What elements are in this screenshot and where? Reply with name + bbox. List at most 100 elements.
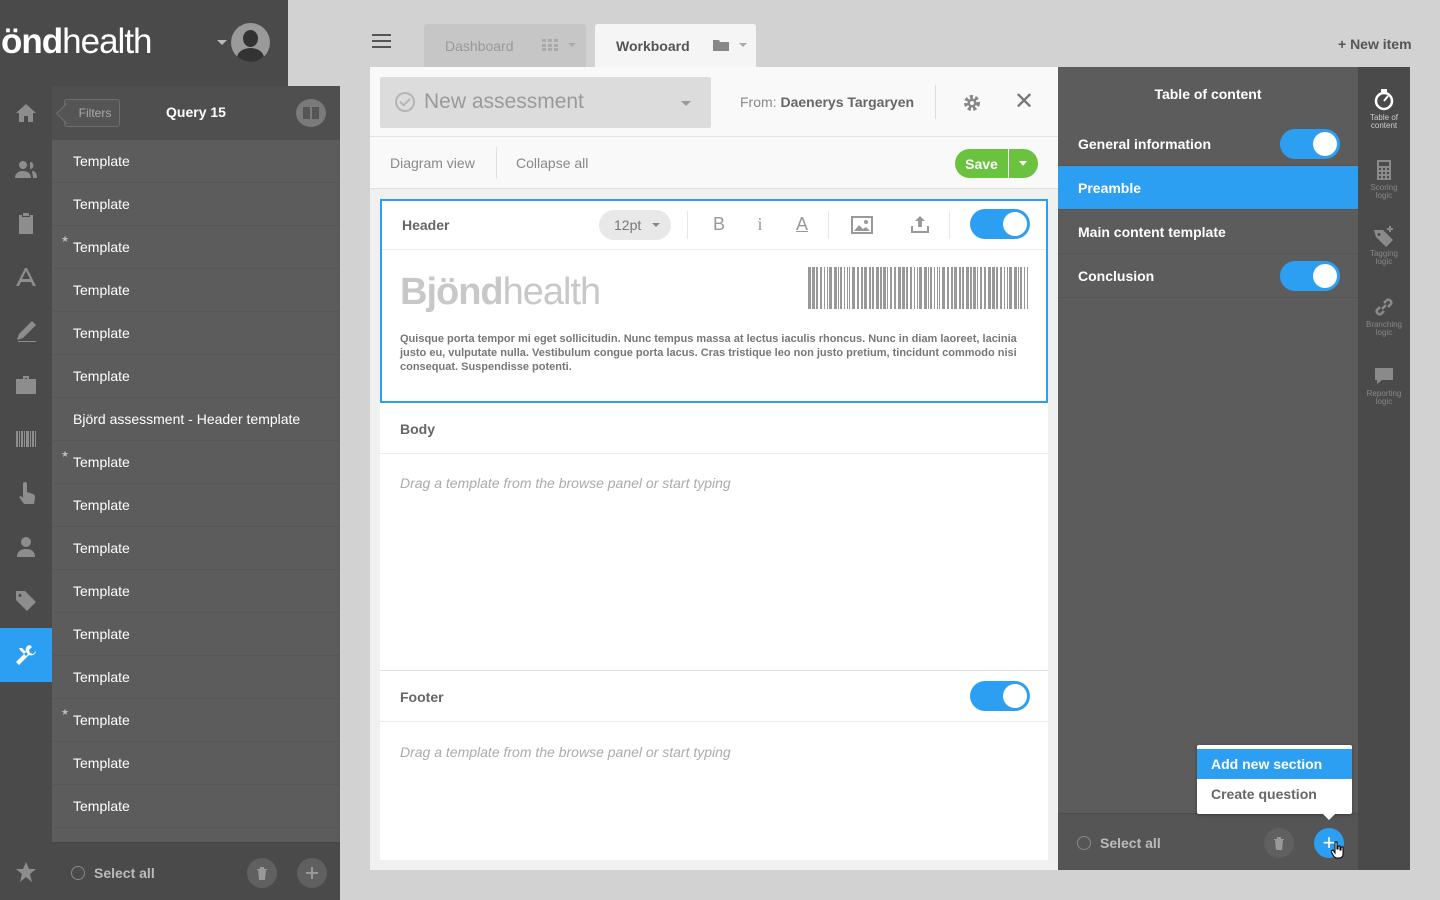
document-logo: Bjöndhealth — [400, 271, 601, 313]
user-menu-caret[interactable] — [217, 40, 227, 45]
tab-dashboard[interactable]: Dashboard — [424, 24, 586, 67]
list-item[interactable]: Björd assessment - Header template — [52, 398, 340, 441]
select-all-radio[interactable] — [71, 866, 85, 880]
rail-item-barcode[interactable] — [0, 412, 52, 466]
divider — [380, 453, 1048, 454]
toc-title: Table of content — [1154, 86, 1262, 102]
logic-rail: Table of content Scoring logic Tagging log… — [1358, 67, 1410, 870]
rail-item-tag[interactable] — [0, 574, 52, 628]
tab-workboard[interactable]: Workboard — [595, 24, 756, 67]
list-item[interactable]: Template — [52, 269, 340, 312]
list-item-label: Template — [73, 669, 130, 685]
divider — [949, 211, 950, 239]
logic-rail-item[interactable]: Scoring logic — [1358, 159, 1410, 200]
logic-rail-item[interactable]: Tagging logic — [1358, 225, 1410, 266]
bold-button[interactable]: B — [708, 214, 730, 235]
toc-item[interactable]: Main content template — [1058, 210, 1358, 254]
header-section[interactable]: Header 12pt B i A Bjöndhealth Quisque po… — [380, 199, 1048, 403]
delete-button[interactable] — [1264, 828, 1294, 858]
toc-item-toggle[interactable] — [1280, 261, 1340, 291]
rail-item-briefcase[interactable] — [0, 358, 52, 412]
list-item[interactable]: Template — [52, 570, 340, 613]
rail-item-touch[interactable] — [0, 466, 52, 520]
list-item-label: Template — [73, 540, 130, 556]
list-item[interactable]: Template — [52, 742, 340, 785]
add-new-section-item[interactable]: Add new section — [1197, 749, 1352, 779]
rail-item-home[interactable] — [0, 86, 52, 140]
section-title: Footer — [400, 689, 444, 705]
rail-item-users[interactable] — [0, 142, 52, 196]
list-item[interactable]: Template — [52, 785, 340, 828]
text-color-button[interactable]: A — [791, 214, 813, 235]
toc-footer: Select all + — [1058, 813, 1358, 870]
hamburger-menu-icon[interactable] — [372, 34, 391, 49]
toc-item-label: Preamble — [1078, 179, 1142, 196]
save-options-caret[interactable] — [1009, 149, 1038, 178]
delete-button[interactable] — [247, 858, 277, 888]
toc-item[interactable]: General information — [1058, 122, 1358, 166]
list-item[interactable]: ★ Template — [52, 441, 340, 484]
logic-rail-item[interactable]: Table of content — [1358, 89, 1410, 130]
chevron-down-icon[interactable] — [568, 43, 576, 47]
close-icon[interactable]: ✕ — [1014, 90, 1034, 114]
body-section[interactable]: Body Drag a template from the browse pan… — [380, 403, 1048, 671]
font-size-select[interactable]: 12pt — [599, 210, 671, 240]
footer-toggle[interactable] — [970, 681, 1030, 711]
collapse-all-link[interactable]: Collapse all — [516, 155, 588, 171]
rail-item-person[interactable] — [0, 520, 52, 574]
create-question-item[interactable]: Create question — [1197, 779, 1352, 809]
book-icon[interactable] — [296, 99, 326, 127]
list-item[interactable]: Template — [52, 527, 340, 570]
folder-icon — [713, 40, 729, 51]
tag-icon — [1374, 226, 1393, 247]
toc-item[interactable]: Conclusion — [1058, 254, 1358, 298]
rail-item-tools[interactable] — [0, 628, 52, 682]
section-title: Body — [400, 421, 435, 437]
divider — [687, 211, 688, 239]
logic-rail-label: Scoring logic — [1370, 183, 1398, 200]
logic-rail-item[interactable]: Branching logic — [1358, 296, 1410, 337]
list-item[interactable]: Template — [52, 613, 340, 656]
list-item[interactable]: Template — [52, 312, 340, 355]
new-item-button[interactable]: + New item — [1338, 36, 1412, 52]
list-item-label: Template — [73, 368, 130, 384]
filters-button[interactable]: Filters — [64, 99, 120, 127]
toc-item-toggle[interactable] — [1280, 129, 1340, 159]
logic-rail-item[interactable]: Reporting logic — [1358, 365, 1410, 406]
save-button[interactable]: Save — [955, 149, 1008, 178]
body-placeholder[interactable]: Drag a template from the browse panel or… — [400, 475, 731, 491]
rail-item-app-store[interactable] — [0, 250, 52, 304]
rail-item-pen[interactable] — [0, 304, 52, 358]
editor-header: New assessment From: Daenerys Targaryen … — [370, 67, 1058, 137]
chevron-down-icon[interactable] — [739, 43, 747, 47]
footer-placeholder[interactable]: Drag a template from the browse panel or… — [400, 744, 731, 760]
home-icon — [16, 104, 36, 122]
header-text[interactable]: Quisque porta tempor mi eget sollicitudi… — [400, 332, 1020, 374]
avatar[interactable] — [231, 23, 270, 62]
list-item[interactable]: ★ Template — [52, 699, 340, 742]
logic-rail-label: Branching logic — [1365, 320, 1403, 337]
list-item[interactable]: Template — [52, 355, 340, 398]
list-item[interactable]: Template — [52, 140, 340, 183]
list-item[interactable]: ★ Template — [52, 226, 340, 269]
add-template-button[interactable] — [297, 858, 327, 888]
toc-item[interactable]: Preamble — [1058, 166, 1358, 210]
upload-icon[interactable] — [911, 215, 929, 233]
list-item[interactable]: Template — [52, 484, 340, 527]
diagram-view-link[interactable]: Diagram view — [390, 155, 475, 171]
list-item[interactable]: Template — [52, 183, 340, 226]
rail-item-star[interactable] — [0, 845, 52, 899]
link-icon — [1375, 298, 1393, 316]
header-toggle[interactable] — [970, 209, 1030, 239]
image-icon[interactable] — [851, 216, 873, 234]
section-title: Header — [402, 217, 450, 233]
assessment-select[interactable]: New assessment — [380, 77, 711, 128]
rail-item-clipboard[interactable] — [0, 196, 52, 250]
app-logo: Bjöndhealth — [0, 22, 153, 61]
assessment-editor: New assessment From: Daenerys Targaryen … — [370, 67, 1058, 870]
select-all-radio[interactable] — [1077, 836, 1091, 850]
footer-section[interactable]: Footer Drag a template from the browse p… — [380, 671, 1048, 860]
gear-icon[interactable] — [962, 93, 982, 113]
italic-button[interactable]: i — [749, 214, 771, 235]
list-item[interactable]: Template — [52, 656, 340, 699]
